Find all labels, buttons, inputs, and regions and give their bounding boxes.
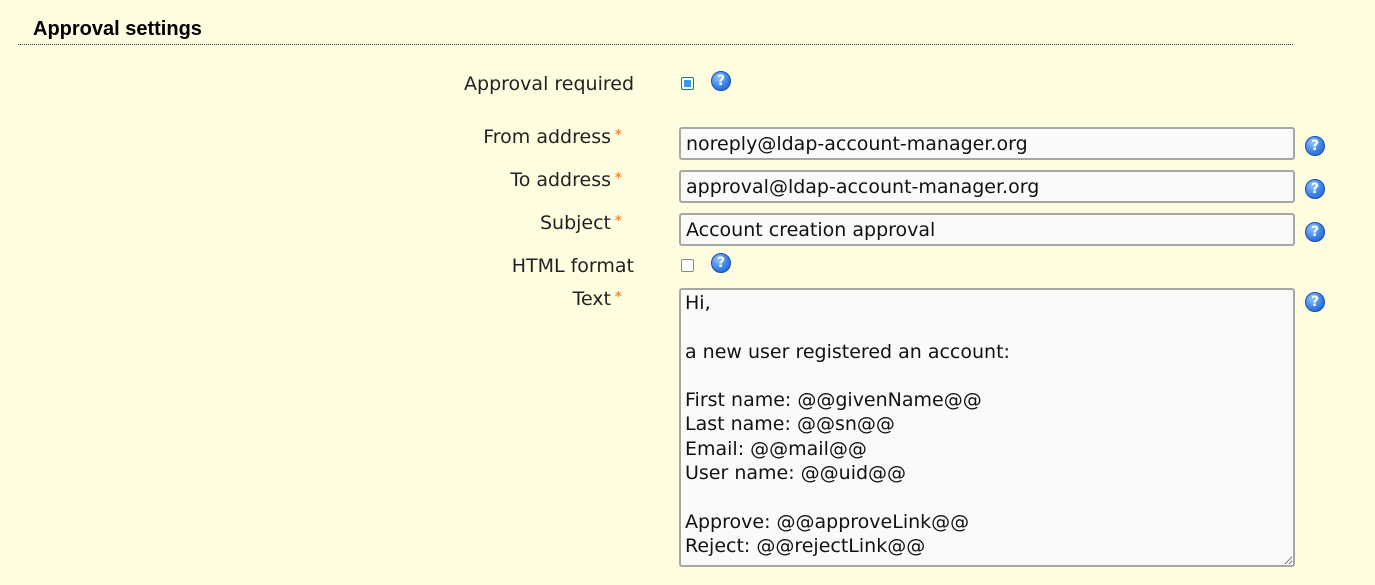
html-format-help-icon[interactable]: ? <box>711 253 731 273</box>
text-help-icon[interactable]: ? <box>1305 292 1325 312</box>
subject-help-icon[interactable]: ? <box>1305 222 1325 242</box>
subject-input[interactable] <box>679 213 1295 246</box>
from-address-label: From address <box>483 126 611 148</box>
to-address-help-icon[interactable]: ? <box>1305 179 1325 199</box>
from-address-required-icon: * <box>615 128 622 143</box>
text-required-icon: * <box>615 290 622 305</box>
approval-required-help-icon[interactable]: ? <box>711 71 731 91</box>
to-address-required-icon: * <box>615 171 622 186</box>
from-address-help-icon[interactable]: ? <box>1305 136 1325 156</box>
subject-required-icon: * <box>615 214 622 229</box>
text-label: Text <box>572 288 611 310</box>
html-format-label: HTML format <box>511 255 634 277</box>
to-address-label: To address <box>510 169 611 191</box>
approval-required-checkbox[interactable] <box>681 77 694 90</box>
from-address-input[interactable] <box>679 127 1295 160</box>
html-format-checkbox[interactable] <box>681 259 694 272</box>
subject-label: Subject <box>539 212 611 234</box>
section-divider <box>18 44 1293 45</box>
section-title: Approval settings <box>33 18 202 40</box>
text-textarea[interactable]: Hi, a new user registered an account: Fi… <box>679 288 1295 567</box>
to-address-input[interactable] <box>679 170 1295 203</box>
approval-required-label: Approval required <box>464 73 634 95</box>
